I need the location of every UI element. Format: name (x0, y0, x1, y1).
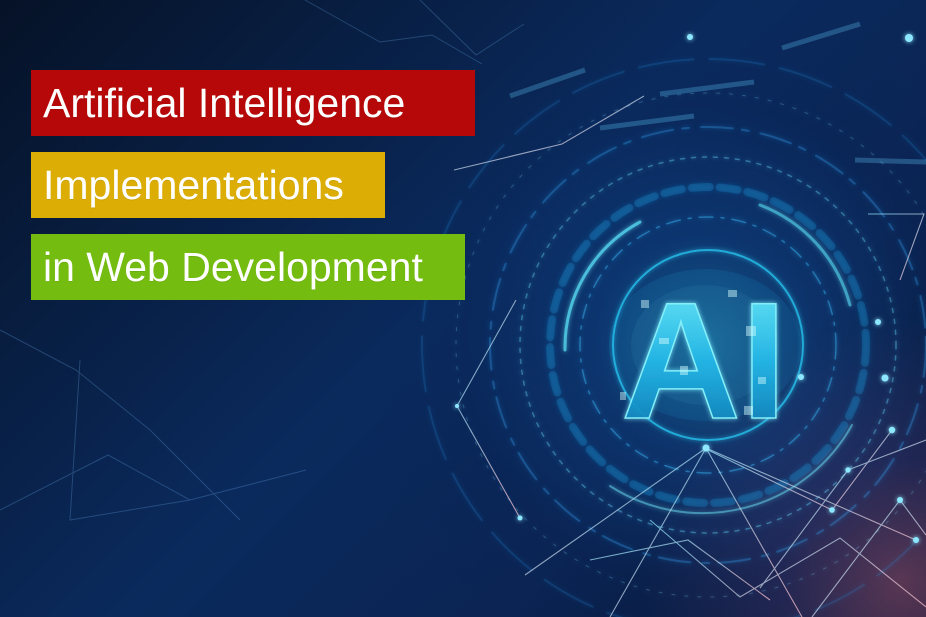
title-stack: Artificial Intelligence Implementations … (31, 70, 476, 301)
ai-letters: AI (621, 269, 787, 454)
ai-web-development-banner: AI Artificial Intelligence Implementatio… (0, 0, 926, 617)
title-line-implementations: Implementations (31, 152, 385, 218)
title-line-web-development: in Web Development (31, 234, 465, 300)
title-line-artificial-intelligence: Artificial Intelligence (31, 70, 475, 136)
